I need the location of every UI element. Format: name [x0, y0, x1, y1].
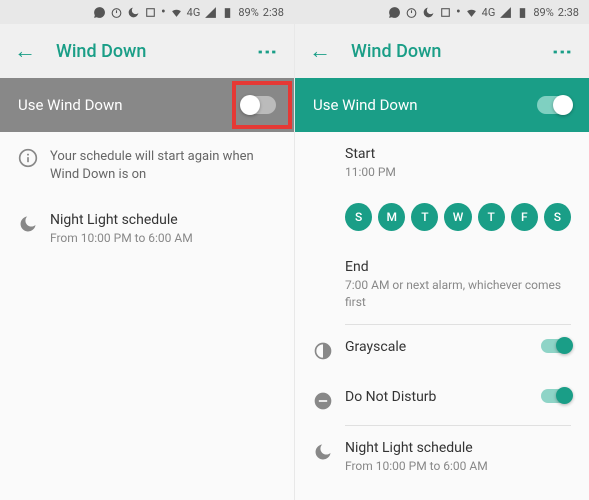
whatsapp-icon — [93, 6, 106, 19]
status-bar: • 4G 89% 2:38 — [295, 0, 589, 24]
end-sub: 7:00 AM or next alarm, whichever comes f… — [345, 277, 571, 311]
wifi-icon — [465, 6, 478, 19]
time-label: 2:38 — [558, 6, 579, 19]
stopwatch-icon — [405, 6, 418, 19]
day-tue[interactable]: T — [411, 203, 438, 231]
signal-icon — [499, 6, 512, 19]
grayscale-toggle[interactable] — [541, 339, 571, 353]
grayscale-row[interactable]: Grayscale — [295, 325, 589, 375]
moon-icon — [313, 440, 345, 462]
back-button[interactable]: ← — [14, 38, 36, 64]
square-icon — [144, 6, 157, 19]
moon-icon — [422, 6, 435, 19]
battery-icon — [516, 6, 529, 19]
info-row: Your schedule will start again when Wind… — [0, 132, 294, 198]
phone-right: • 4G 89% 2:38 ← Wind Down ⋮ Use Wind Dow… — [295, 0, 589, 500]
night-light-row[interactable]: Night Light schedule From 10:00 PM to 6:… — [0, 198, 294, 261]
wifi-icon — [170, 6, 183, 19]
day-sun[interactable]: S — [345, 203, 372, 231]
battery-label: 89% — [533, 6, 553, 19]
dnd-icon — [313, 389, 345, 411]
battery-label: 89% — [238, 6, 258, 19]
day-mon[interactable]: M — [378, 203, 405, 231]
dnd-toggle[interactable] — [541, 389, 571, 403]
signal-icon — [204, 6, 217, 19]
wind-down-toggle[interactable] — [242, 96, 276, 114]
night-light-row[interactable]: Night Light schedule From 10:00 PM to 6:… — [295, 426, 589, 489]
network-label: 4G — [187, 6, 201, 19]
app-bar: ← Wind Down ⋮ — [295, 24, 589, 78]
use-wind-down-row[interactable]: Use Wind Down — [0, 78, 294, 132]
use-wind-down-label: Use Wind Down — [313, 96, 537, 114]
end-title: End — [345, 259, 571, 275]
days-row: S M T W T F S — [295, 195, 589, 245]
use-wind-down-row[interactable]: Use Wind Down — [295, 78, 589, 132]
start-sub: 11:00 PM — [345, 164, 571, 181]
network-label: 4G — [482, 6, 496, 19]
square-icon — [439, 6, 452, 19]
wind-down-toggle[interactable] — [537, 96, 571, 114]
day-thu[interactable]: T — [478, 203, 505, 231]
battery-icon — [221, 6, 234, 19]
time-label: 2:38 — [263, 6, 284, 19]
moon-icon — [18, 212, 50, 234]
grayscale-title: Grayscale — [345, 339, 533, 355]
info-text: Your schedule will start again when Wind… — [50, 148, 276, 184]
use-wind-down-label: Use Wind Down — [18, 96, 242, 114]
night-light-title: Night Light schedule — [50, 212, 276, 228]
dnd-title: Do Not Disturb — [345, 389, 533, 405]
night-light-sub: From 10:00 PM to 6:00 AM — [50, 230, 276, 247]
dot-icon: • — [161, 4, 166, 20]
back-button[interactable]: ← — [309, 38, 331, 64]
stopwatch-icon — [110, 6, 123, 19]
moon-icon — [127, 6, 140, 19]
overflow-menu-button[interactable]: ⋮ — [256, 42, 280, 60]
night-light-sub: From 10:00 PM to 6:00 AM — [345, 458, 571, 475]
day-sat[interactable]: S — [544, 203, 571, 231]
end-row[interactable]: End 7:00 AM or next alarm, whichever com… — [295, 245, 589, 325]
day-wed[interactable]: W — [444, 203, 471, 231]
status-bar: • 4G 89% 2:38 — [0, 0, 294, 24]
start-title: Start — [345, 146, 571, 162]
night-light-title: Night Light schedule — [345, 440, 571, 456]
page-title: Wind Down — [351, 41, 551, 62]
whatsapp-icon — [388, 6, 401, 19]
day-fri[interactable]: F — [511, 203, 538, 231]
info-icon — [18, 146, 50, 168]
overflow-menu-button[interactable]: ⋮ — [551, 42, 575, 60]
dot-icon: • — [456, 4, 461, 20]
page-title: Wind Down — [56, 41, 256, 62]
dnd-row[interactable]: Do Not Disturb — [295, 375, 589, 425]
start-row[interactable]: Start 11:00 PM — [295, 132, 589, 195]
phone-left: • 4G 89% 2:38 ← Wind Down ⋮ Use Wind Dow… — [0, 0, 294, 500]
grayscale-icon — [313, 339, 345, 361]
app-bar: ← Wind Down ⋮ — [0, 24, 294, 78]
